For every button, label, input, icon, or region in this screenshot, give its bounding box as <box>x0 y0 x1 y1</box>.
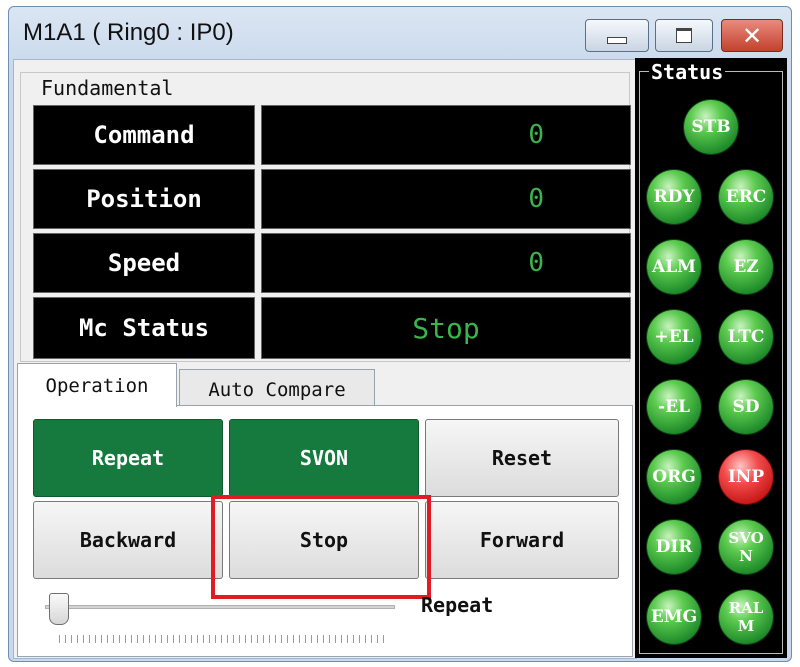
maximize-icon <box>676 28 692 43</box>
tab-auto-compare[interactable]: Auto Compare <box>179 369 375 409</box>
close-icon: ✕ <box>741 21 763 50</box>
led-sd: SD <box>719 380 773 434</box>
led-inp: INP <box>719 450 773 504</box>
led-ralm: RAL M <box>719 590 773 644</box>
mc-status-label: Mc Status <box>33 297 255 359</box>
fundamental-legend: Fundamental <box>37 76 178 100</box>
position-value: 0 <box>261 169 631 229</box>
speed-slider-track[interactable] <box>45 605 395 609</box>
status-title: Status <box>649 60 726 84</box>
status-panel: Status STB RDY ERC ALM EZ +EL LTC -EL SD… <box>635 58 787 658</box>
speed-slider-thumb[interactable] <box>49 593 69 625</box>
repeat-label: Repeat <box>421 593 494 617</box>
led-erc: ERC <box>719 170 773 224</box>
repeat-button[interactable]: Repeat <box>33 419 223 497</box>
led-svon: SVO N <box>719 520 773 574</box>
led-org: ORG <box>647 450 701 504</box>
close-button[interactable]: ✕ <box>721 19 783 52</box>
speed-label: Speed <box>33 233 255 293</box>
minimize-button[interactable] <box>585 19 649 52</box>
led-ez: EZ <box>719 240 773 294</box>
command-value: 0 <box>261 105 631 165</box>
position-label: Position <box>33 169 255 229</box>
window-title: M1A1 ( Ring0 : IP0) <box>23 19 234 46</box>
command-label: Command <box>33 105 255 165</box>
minimize-icon <box>607 37 627 44</box>
slider-ticks <box>59 635 385 643</box>
led-alm: ALM <box>647 240 701 294</box>
mc-status-value: Stop <box>261 297 631 359</box>
svon-button[interactable]: SVON <box>229 419 419 497</box>
led-ltc: LTC <box>719 310 773 364</box>
stop-button[interactable]: Stop <box>229 501 419 579</box>
backward-button[interactable]: Backward <box>33 501 223 579</box>
forward-button[interactable]: Forward <box>425 501 619 579</box>
reset-button[interactable]: Reset <box>425 419 619 497</box>
led-rdy: RDY <box>647 170 701 224</box>
led-stb: STB <box>684 100 738 154</box>
led-plus-el: +EL <box>647 310 701 364</box>
title-bar[interactable]: M1A1 ( Ring0 : IP0) ✕ <box>9 7 791 57</box>
fundamental-group: Fundamental Command 0 Position 0 Speed 0… <box>20 72 631 362</box>
led-dir: DIR <box>647 520 701 574</box>
led-minus-el: -EL <box>647 380 701 434</box>
maximize-button[interactable] <box>655 19 713 52</box>
tab-operation[interactable]: Operation <box>17 363 177 407</box>
led-emg: EMG <box>647 590 701 644</box>
speed-value: 0 <box>261 233 631 293</box>
